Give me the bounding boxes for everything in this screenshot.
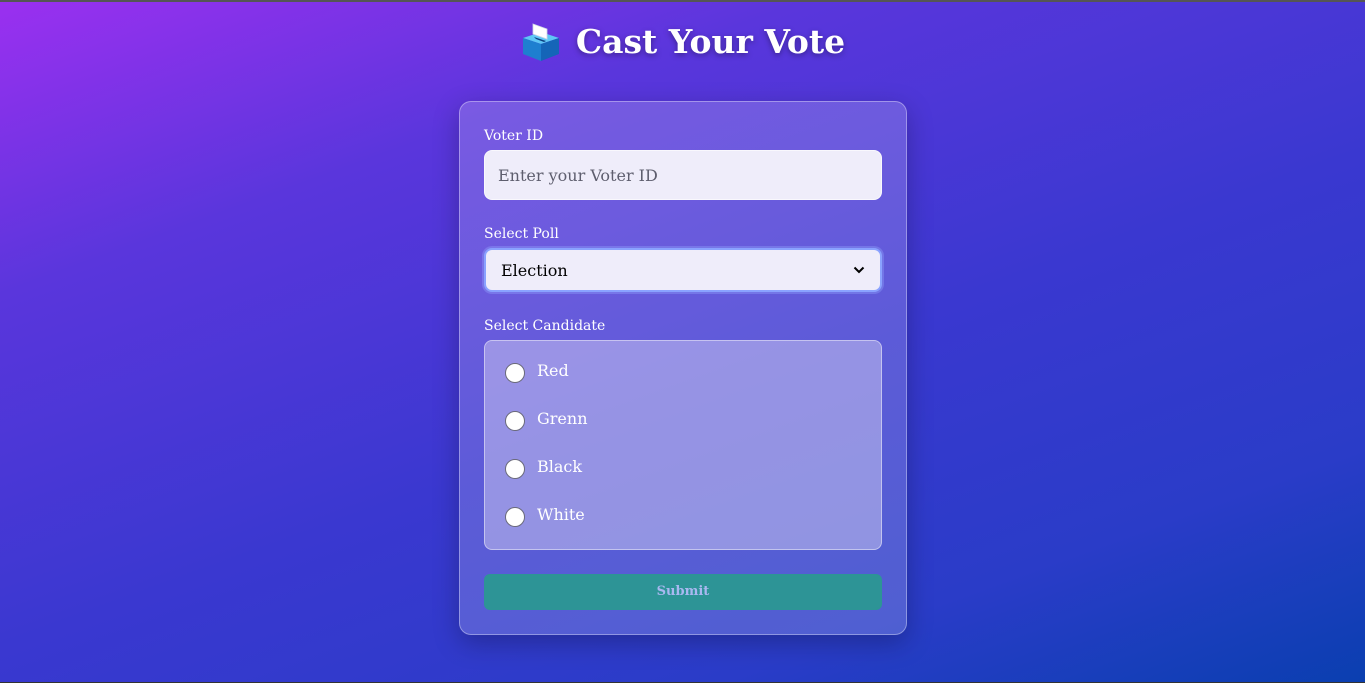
page-title-container: Cast Your Vote: [0, 20, 1365, 62]
candidate-label: Grenn: [537, 408, 588, 428]
poll-select-value: Election: [501, 260, 568, 280]
candidate-label: Black: [537, 456, 583, 476]
candidate-list: Red Grenn Black White: [484, 340, 882, 550]
radio-button[interactable]: [505, 459, 525, 479]
select-poll-label: Select Poll: [484, 226, 559, 242]
radio-button[interactable]: [505, 507, 525, 527]
radio-button[interactable]: [505, 411, 525, 431]
candidate-option-black[interactable]: Black: [505, 455, 582, 479]
candidate-option-white[interactable]: White: [505, 503, 585, 527]
candidate-option-red[interactable]: Red: [505, 359, 569, 383]
candidate-option-grenn[interactable]: Grenn: [505, 407, 588, 431]
voter-id-label: Voter ID: [484, 128, 544, 144]
select-candidate-label: Select Candidate: [484, 318, 606, 334]
voter-id-input[interactable]: [484, 150, 882, 200]
radio-button[interactable]: [505, 363, 525, 383]
chevron-down-icon: [853, 266, 865, 274]
ballot-box-icon: [522, 23, 559, 61]
submit-button[interactable]: Submit: [484, 574, 882, 610]
candidate-label: White: [537, 504, 585, 524]
vote-form-card: Voter ID Select Poll Election Select Can…: [459, 101, 907, 635]
poll-select[interactable]: Election: [484, 248, 882, 292]
candidate-label: Red: [537, 360, 569, 380]
page-title: Cast Your Vote: [575, 21, 846, 61]
